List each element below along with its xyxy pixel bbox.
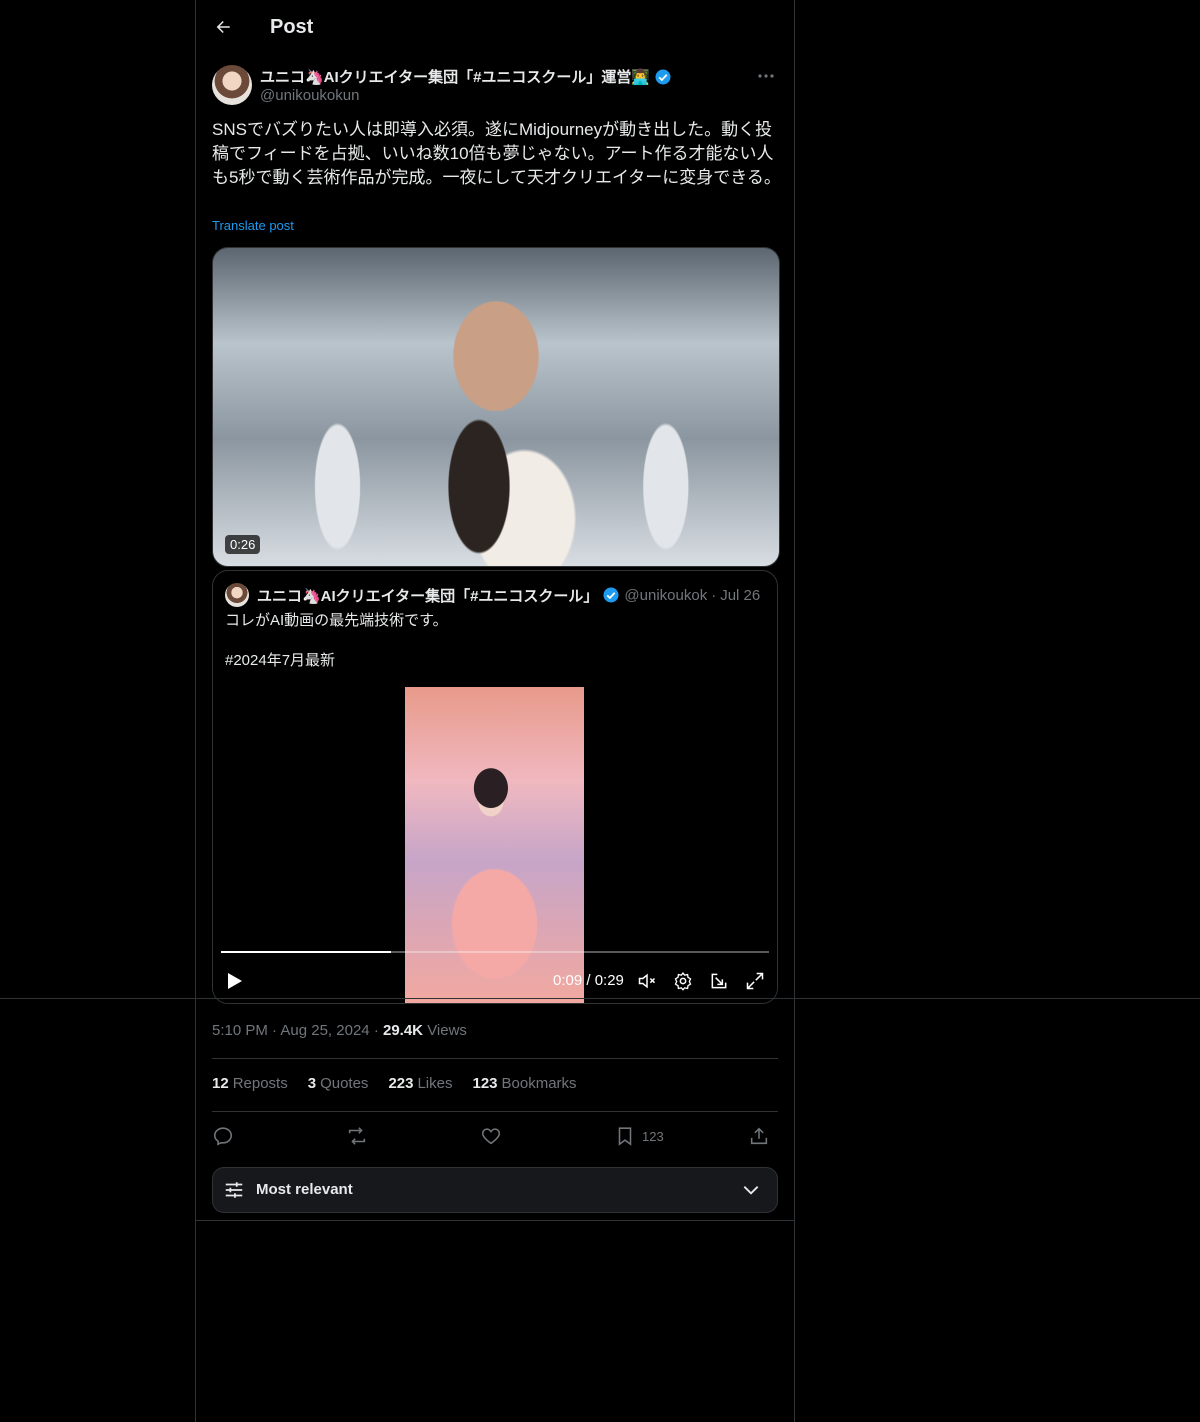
divider bbox=[196, 1220, 794, 1221]
translate-link[interactable]: Translate post bbox=[212, 218, 294, 233]
more-button[interactable] bbox=[754, 66, 778, 86]
mute-icon bbox=[638, 973, 656, 989]
share-icon bbox=[750, 1127, 768, 1145]
fullscreen-button[interactable] bbox=[743, 969, 767, 993]
sort-dropdown[interactable]: Most relevant bbox=[212, 1167, 778, 1213]
video-frame bbox=[405, 687, 584, 1003]
more-icon bbox=[758, 74, 774, 78]
post-time[interactable]: 5:10 PM bbox=[212, 1022, 268, 1039]
chevron-down-icon bbox=[743, 1186, 759, 1195]
quote-avatar bbox=[225, 583, 249, 607]
post-meta: 5:10 PM · Aug 25, 2024 · 29.4K Views bbox=[212, 1022, 467, 1039]
like-icon bbox=[481, 1128, 501, 1145]
bookmark-button[interactable]: 123 bbox=[614, 1124, 664, 1148]
quote-header: ユニコ🦄AIクリエイター集団「#ユニコスクール」 @unikoukok · Ju… bbox=[225, 583, 760, 607]
play-button[interactable] bbox=[223, 969, 247, 993]
avatar[interactable] bbox=[212, 65, 252, 105]
stat-count: 123 bbox=[472, 1075, 498, 1092]
stat-count: 12 bbox=[212, 1075, 229, 1092]
stat-count: 3 bbox=[307, 1075, 317, 1092]
author-name: ユニコ🦄AIクリエイター集団「#ユニコスクール」運営👨‍💻 bbox=[260, 69, 651, 86]
stat-reposts[interactable]: 12 Reposts bbox=[212, 1075, 288, 1092]
video-time: 0:09 / 0:29 bbox=[553, 972, 624, 989]
post-date[interactable]: Aug 25, 2024 bbox=[280, 1022, 369, 1039]
author-row: ユニコ🦄AIクリエイター集団「#ユニコスクール」運営👨‍💻 @unikoukok… bbox=[212, 64, 778, 108]
divider bbox=[212, 1111, 778, 1112]
pip-icon bbox=[711, 973, 727, 989]
share-button[interactable] bbox=[748, 1124, 770, 1148]
reply-button[interactable] bbox=[212, 1124, 234, 1148]
main-column: Post ユニコ🦄AIクリエイター集団「#ユニコスクール」運営👨‍💻 @unik… bbox=[195, 0, 795, 1422]
page-title: Post bbox=[270, 15, 314, 38]
quote-date: Jul 26 bbox=[720, 586, 761, 604]
stat-count: 223 bbox=[388, 1075, 414, 1092]
sort-icon bbox=[225, 1182, 243, 1198]
quote-video[interactable]: 0:09 / 0:29 bbox=[213, 686, 777, 1003]
sort-label: Most relevant bbox=[256, 1181, 353, 1198]
back-arrow-icon bbox=[216, 21, 230, 33]
stat-label: Quotes bbox=[320, 1075, 369, 1092]
meta-separator: · bbox=[272, 1022, 278, 1039]
fullscreen-icon bbox=[746, 972, 764, 990]
views-count: 29.4K bbox=[382, 1022, 424, 1039]
settings-button[interactable] bbox=[671, 969, 695, 993]
author-handle[interactable]: @unikoukokun bbox=[260, 87, 359, 104]
repost-icon bbox=[348, 1127, 366, 1145]
stat-label: Likes bbox=[417, 1075, 453, 1092]
meta-separator: · bbox=[373, 1022, 379, 1039]
header: Post bbox=[212, 0, 313, 54]
reply-icon bbox=[213, 1127, 233, 1146]
stat-bookmarks[interactable]: 123 Bookmarks bbox=[473, 1075, 577, 1092]
play-icon bbox=[228, 973, 242, 989]
chevron-wrap bbox=[741, 1180, 761, 1200]
sort-icon-wrap bbox=[223, 1179, 245, 1201]
pip-button[interactable] bbox=[707, 969, 731, 993]
settings-icon bbox=[674, 972, 692, 991]
verified-icon bbox=[655, 69, 671, 84]
video-duration: 0:26 bbox=[225, 535, 261, 554]
verified-icon bbox=[603, 587, 619, 603]
action-bar: 123 bbox=[212, 1122, 778, 1150]
video-progress-fill bbox=[221, 951, 391, 953]
author-name-wrap[interactable]: ユニコ🦄AIクリエイター集団「#ユニコスクール」運営👨‍💻 bbox=[260, 66, 672, 87]
repost-button[interactable] bbox=[346, 1124, 368, 1148]
quote-author-name: ユニコ🦄AIクリエイター集団「#ユニコスクール」 bbox=[257, 587, 599, 605]
quote-separator: · bbox=[711, 586, 717, 604]
video-progress[interactable] bbox=[221, 951, 769, 953]
post-video[interactable]: 0:26 bbox=[212, 247, 780, 567]
overlay-line bbox=[0, 998, 1200, 999]
post-text: SNSでバズりたい人は即導入必須。遂にMidjourneyが動き出した。動く投稿… bbox=[212, 120, 781, 187]
divider bbox=[212, 1058, 778, 1059]
views-label: Views bbox=[427, 1022, 467, 1039]
quote-text: コレがAI動画の最先端技術です。 #2024年7月最新 bbox=[225, 612, 448, 669]
like-button[interactable] bbox=[480, 1124, 502, 1148]
quoted-post[interactable]: ユニコ🦄AIクリエイター集団「#ユニコスクール」 @unikoukok · Ju… bbox=[212, 570, 778, 1004]
stat-quotes[interactable]: 3 Quotes bbox=[308, 1075, 369, 1092]
quote-author-handle: @unikoukok bbox=[624, 586, 708, 604]
bookmark-count: 123 bbox=[642, 1128, 664, 1144]
post-stats: 12 Reposts 3 Quotes 223 Likes 123 Bookmarks bbox=[212, 1075, 577, 1092]
stat-likes[interactable]: 223 Likes bbox=[388, 1075, 452, 1092]
back-button[interactable] bbox=[212, 16, 234, 38]
stat-label: Bookmarks bbox=[501, 1075, 577, 1092]
bookmark-icon bbox=[618, 1127, 632, 1146]
video-controls: 0:09 / 0:29 bbox=[213, 966, 777, 996]
mute-button[interactable] bbox=[635, 969, 659, 993]
stat-label: Reposts bbox=[232, 1075, 288, 1092]
